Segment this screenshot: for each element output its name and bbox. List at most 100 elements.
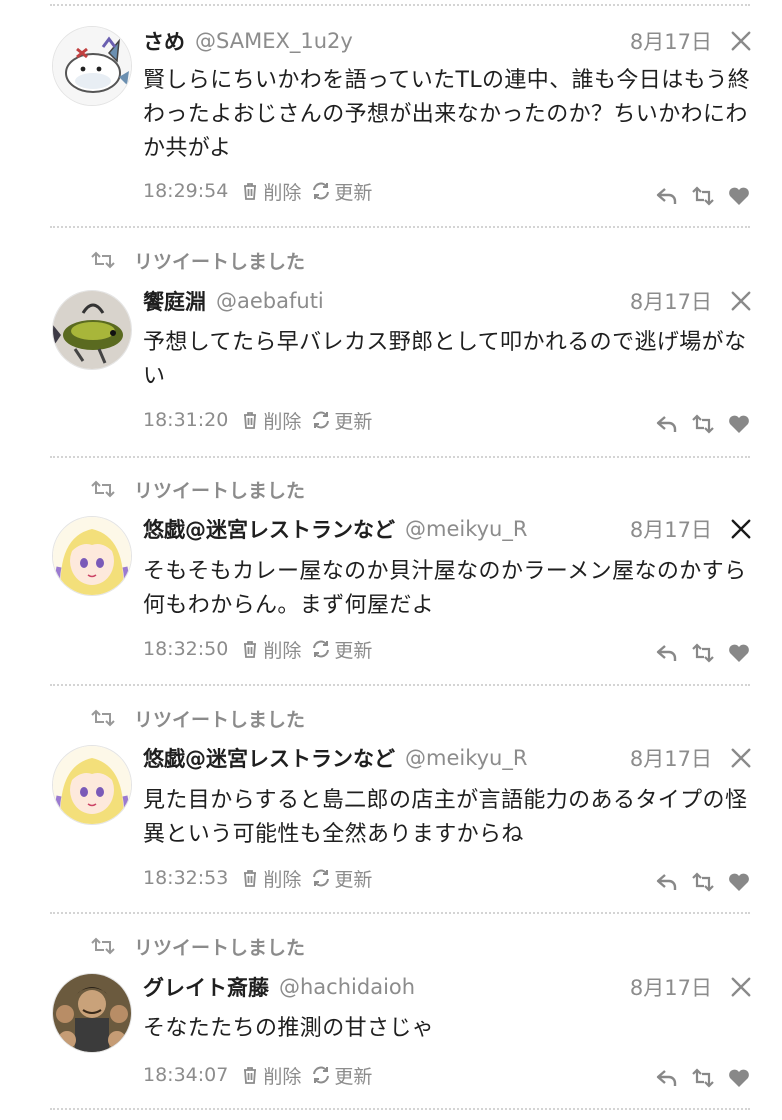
refresh-label: 更新 xyxy=(334,1065,373,1088)
display-name[interactable]: グレイト斎藤 xyxy=(143,972,269,1002)
user-handle[interactable]: @SAMEX_1u2y xyxy=(195,29,353,53)
refresh-icon xyxy=(313,640,330,658)
refresh-icon xyxy=(313,869,330,887)
user-handle[interactable]: @meikyu_R xyxy=(405,746,527,770)
retweet-icon[interactable] xyxy=(691,1067,715,1089)
post-date[interactable]: 8月17日 xyxy=(630,972,712,1002)
post-date[interactable]: 8月17日 xyxy=(630,743,712,773)
avatar[interactable] xyxy=(52,973,132,1053)
retweet-icon xyxy=(91,937,115,955)
delete-button[interactable]: 削除 xyxy=(240,178,301,205)
retweet-icon[interactable] xyxy=(691,642,715,664)
retweet-indicator: リツイートしました xyxy=(90,932,305,960)
display-name[interactable]: 悠戯@迷宮レストランなど xyxy=(143,514,395,544)
post-actions xyxy=(655,641,751,665)
user-handle[interactable]: @aebafuti xyxy=(216,289,324,313)
trash-icon xyxy=(244,183,257,200)
group-photo-avatar-image xyxy=(53,974,131,1052)
post-actions xyxy=(655,870,751,894)
retweet-indicator: リツイートしました xyxy=(90,475,305,503)
refresh-button[interactable]: 更新 xyxy=(311,1062,372,1089)
post-date[interactable]: 8月17日 xyxy=(630,286,712,316)
post-header: グレイト斎藤 @hachidaioh 8月17日 xyxy=(143,970,752,1004)
divider xyxy=(50,226,750,228)
retweet-icon[interactable] xyxy=(691,413,715,435)
x-logo-icon[interactable] xyxy=(730,976,752,998)
retweet-icon xyxy=(91,251,115,269)
post-meta: 18:32:50 削除 更新 xyxy=(143,634,382,664)
retweet-icon[interactable] xyxy=(691,871,715,893)
like-heart-icon[interactable] xyxy=(727,185,751,207)
reply-icon[interactable] xyxy=(655,413,679,435)
post-text: 予想してたら早バレカス野郎として叩かれるので逃げ場がない xyxy=(143,330,747,389)
delete-button[interactable]: 削除 xyxy=(240,1062,301,1089)
trash-icon xyxy=(244,1067,257,1084)
post-meta: 18:32:53 削除 更新 xyxy=(143,863,382,893)
display-name[interactable]: 悠戯@迷宮レストランなど xyxy=(143,743,395,773)
anime-girl-avatar-image xyxy=(53,517,131,595)
like-heart-icon[interactable] xyxy=(727,1067,751,1089)
delete-button[interactable]: 削除 xyxy=(240,636,301,663)
post-header: 悠戯@迷宮レストランなど @meikyu_R 8月17日 xyxy=(143,741,752,775)
like-heart-icon[interactable] xyxy=(727,413,751,435)
post-text: そもそもカレー屋なのか貝汁屋なのかラーメン屋なのかすら何もわからん。まず何屋だよ xyxy=(143,559,747,618)
refresh-icon xyxy=(313,411,330,429)
display-name[interactable]: さめ xyxy=(143,26,185,56)
display-name[interactable]: 饗庭淵 xyxy=(143,286,206,316)
delete-button[interactable]: 削除 xyxy=(240,407,301,434)
retweet-label: リツイートしました xyxy=(134,936,306,959)
refresh-button[interactable]: 更新 xyxy=(311,407,372,434)
refresh-label: 更新 xyxy=(334,410,373,433)
post-meta: 18:34:07 削除 更新 xyxy=(143,1060,382,1090)
fish-teapot-avatar-image xyxy=(53,291,131,369)
post-meta: 18:31:20 削除 更新 xyxy=(143,405,382,435)
refresh-label: 更新 xyxy=(334,639,373,662)
post-header: 饗庭淵 @aebafuti 8月17日 xyxy=(143,284,752,318)
anime-girl-avatar-image xyxy=(53,746,131,824)
like-heart-icon[interactable] xyxy=(727,642,751,664)
avatar[interactable] xyxy=(52,26,132,106)
delete-button[interactable]: 削除 xyxy=(240,865,301,892)
delete-label: 削除 xyxy=(263,181,302,204)
reply-icon[interactable] xyxy=(655,185,679,207)
retweet-icon xyxy=(91,709,115,727)
post-text: 見た目からすると島二郎の店主が言語能力のあるタイプの怪異という可能性も全然ありま… xyxy=(143,788,748,847)
refresh-label: 更新 xyxy=(334,868,373,891)
x-logo-icon[interactable] xyxy=(730,518,752,540)
reply-icon[interactable] xyxy=(655,642,679,664)
post-time: 18:32:50 xyxy=(143,638,229,660)
avatar[interactable] xyxy=(52,290,132,370)
retweet-icon[interactable] xyxy=(691,185,715,207)
trash-icon xyxy=(244,412,257,429)
like-heart-icon[interactable] xyxy=(727,871,751,893)
refresh-button[interactable]: 更新 xyxy=(311,178,372,205)
post-date[interactable]: 8月17日 xyxy=(630,26,712,56)
trash-icon xyxy=(244,641,257,658)
post-time: 18:32:53 xyxy=(143,867,229,889)
reply-icon[interactable] xyxy=(655,1067,679,1089)
refresh-icon xyxy=(313,182,330,200)
divider xyxy=(50,912,750,914)
trash-icon xyxy=(244,870,257,887)
post-text: そなたたちの推測の甘さじゃ xyxy=(143,1016,435,1041)
post-actions xyxy=(655,412,751,436)
divider-top xyxy=(50,4,750,6)
retweet-label: リツイートしました xyxy=(134,250,306,273)
user-handle[interactable]: @meikyu_R xyxy=(405,517,527,541)
divider xyxy=(50,1108,750,1110)
refresh-button[interactable]: 更新 xyxy=(311,865,372,892)
delete-label: 削除 xyxy=(263,410,302,433)
refresh-button[interactable]: 更新 xyxy=(311,636,372,663)
reply-icon[interactable] xyxy=(655,871,679,893)
post-date[interactable]: 8月17日 xyxy=(630,514,712,544)
retweet-icon xyxy=(91,480,115,498)
refresh-icon xyxy=(313,1066,330,1084)
avatar[interactable] xyxy=(52,516,132,596)
avatar[interactable] xyxy=(52,745,132,825)
delete-label: 削除 xyxy=(263,868,302,891)
x-logo-icon[interactable] xyxy=(730,30,752,52)
user-handle[interactable]: @hachidaioh xyxy=(279,975,415,999)
x-logo-icon[interactable] xyxy=(730,290,752,312)
x-logo-icon[interactable] xyxy=(730,747,752,769)
post-header: 悠戯@迷宮レストランなど @meikyu_R 8月17日 xyxy=(143,512,752,546)
